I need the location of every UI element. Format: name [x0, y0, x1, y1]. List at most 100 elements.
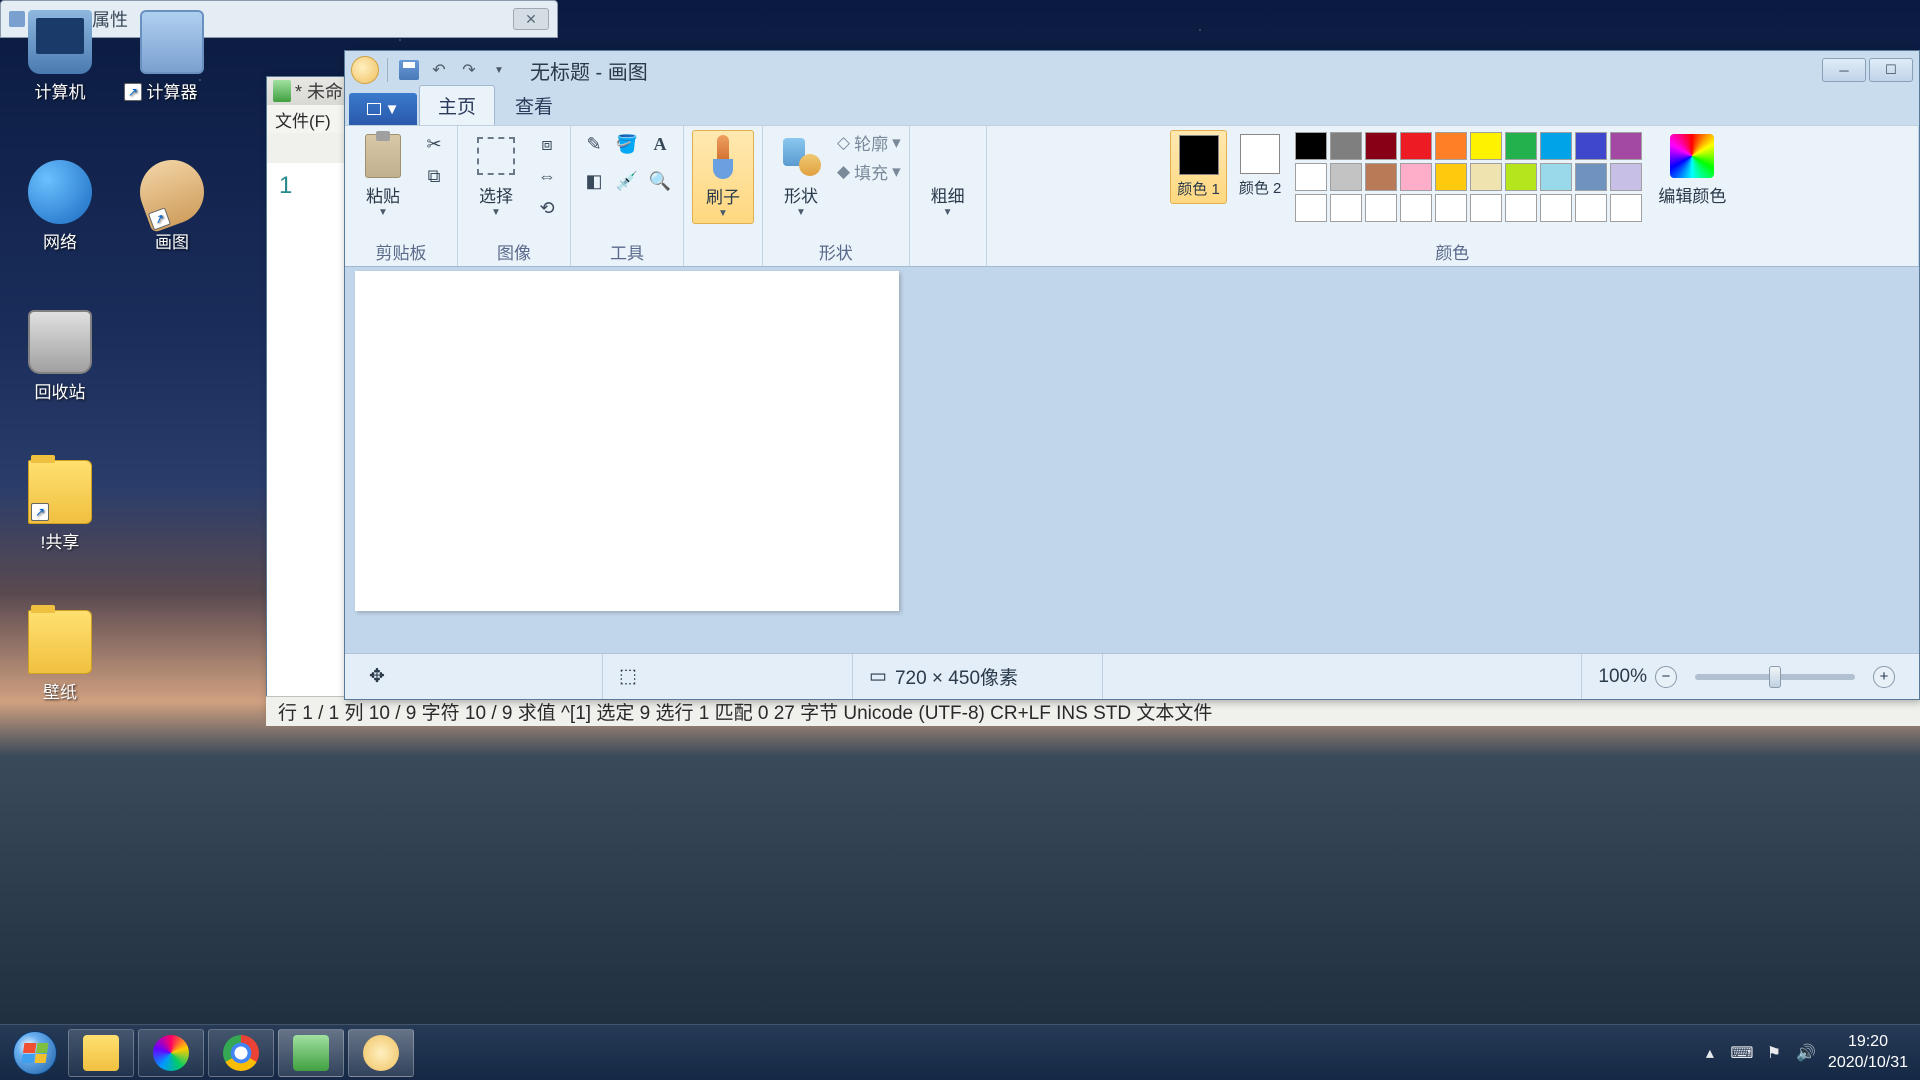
magnifier-tool[interactable]: 🔍	[645, 167, 675, 195]
close-button[interactable]: ✕	[513, 8, 549, 30]
zoom-out-button[interactable]: −	[1655, 666, 1677, 688]
picker-tool[interactable]: 💉	[612, 167, 642, 195]
palette-color[interactable]	[1575, 163, 1607, 191]
desktop-icon-computer[interactable]: 计算机	[10, 10, 110, 103]
palette-color[interactable]	[1575, 132, 1607, 160]
volume-icon[interactable]: 🔊	[1796, 1043, 1816, 1063]
tray-overflow[interactable]: ▴	[1700, 1043, 1720, 1063]
input-indicator[interactable]: ⌨	[1732, 1043, 1752, 1063]
palette-color[interactable]	[1610, 194, 1642, 222]
desktop-icon-recycle[interactable]: 回收站	[10, 310, 110, 403]
save-button[interactable]	[396, 57, 422, 83]
desktop-icon-paint[interactable]: ↗ 画图	[122, 160, 222, 253]
zoom-thumb[interactable]	[1769, 666, 1781, 688]
paint-window-title: 无标题 - 画图	[518, 56, 1816, 85]
palette-color[interactable]	[1295, 163, 1327, 191]
palette-color[interactable]	[1470, 194, 1502, 222]
shapes-icon	[781, 136, 821, 176]
taskbar[interactable]: ▴ ⌨ ⚑ 🔊 19:20 2020/10/31	[0, 1024, 1920, 1080]
palette-color[interactable]	[1400, 132, 1432, 160]
file-menu-button[interactable]: ▼	[349, 93, 417, 125]
shape-fill-button[interactable]: ◆填充 ▾	[837, 159, 901, 184]
palette-color[interactable]	[1540, 132, 1572, 160]
palette-color[interactable]	[1575, 194, 1607, 222]
palette-color[interactable]	[1365, 194, 1397, 222]
pencil-tool[interactable]: ✎	[579, 130, 609, 158]
undo-button[interactable]: ↶	[426, 57, 452, 83]
select-button[interactable]: 选择 ▼	[466, 130, 526, 222]
canvas-area[interactable]	[345, 267, 1919, 653]
palette-color[interactable]	[1505, 194, 1537, 222]
paint-titlebar[interactable]: ↶ ↷ ▼ 无标题 - 画图 ─ ☐	[345, 51, 1919, 89]
brushes-button[interactable]: 刷子 ▼	[692, 130, 754, 224]
icon-label: 画图	[122, 228, 222, 253]
fill-tool[interactable]: 🪣	[612, 130, 642, 158]
palette-color[interactable]	[1540, 194, 1572, 222]
palette-color[interactable]	[1610, 132, 1642, 160]
taskbar-paint[interactable]	[348, 1029, 414, 1077]
tab-view[interactable]: 查看	[497, 86, 571, 125]
text-tool[interactable]: A	[645, 130, 675, 158]
taskbar-editor[interactable]	[278, 1029, 344, 1077]
copy-button[interactable]: ⧉	[419, 162, 449, 190]
palette-color[interactable]	[1505, 132, 1537, 160]
tab-home[interactable]: 主页	[419, 85, 495, 125]
paint-window[interactable]: ↶ ↷ ▼ 无标题 - 画图 ─ ☐ ▼ 主页 查看 粘贴 ▼ ✂ ⧉	[344, 50, 1920, 700]
palette-color[interactable]	[1330, 132, 1362, 160]
desktop-icon-calculator[interactable]: ↗ 计算器	[122, 10, 222, 103]
color2-button[interactable]: 颜色 2	[1233, 130, 1288, 202]
paint-app-icon	[351, 56, 379, 84]
edit-colors-button[interactable]: 编辑颜色	[1650, 130, 1734, 211]
rotate-icon: ⟲	[539, 198, 554, 219]
canvas[interactable]	[355, 271, 899, 611]
bucket-icon: 🪣	[616, 134, 638, 155]
palette-color[interactable]	[1435, 194, 1467, 222]
qat-customize[interactable]: ▼	[486, 57, 512, 83]
minimize-button[interactable]: ─	[1822, 58, 1866, 82]
start-button[interactable]	[4, 1029, 66, 1077]
paste-button[interactable]: 粘贴 ▼	[353, 130, 413, 222]
palette-color[interactable]	[1365, 132, 1397, 160]
zoom-in-button[interactable]: +	[1873, 666, 1895, 688]
palette-color[interactable]	[1435, 163, 1467, 191]
palette-color[interactable]	[1365, 163, 1397, 191]
palette-color[interactable]	[1400, 163, 1432, 191]
taskbar-chrome[interactable]	[208, 1029, 274, 1077]
color1-button[interactable]: 颜色 1	[1170, 130, 1227, 204]
zoom-slider[interactable]	[1695, 674, 1855, 680]
taskbar-clock[interactable]: 19:20 2020/10/31	[1828, 1032, 1908, 1074]
maximize-button[interactable]: ☐	[1869, 58, 1913, 82]
taskbar-browser1[interactable]	[138, 1029, 204, 1077]
shape-outline-button[interactable]: ◇轮廓 ▾	[837, 130, 901, 155]
palette-color[interactable]	[1400, 194, 1432, 222]
rotate-button[interactable]: ⟲	[532, 194, 562, 222]
palette-color[interactable]	[1295, 194, 1327, 222]
clock-date: 2020/10/31	[1828, 1053, 1908, 1074]
group-label: 剪贴板	[376, 237, 427, 264]
desktop-icon-wallpaper[interactable]: 壁纸	[10, 610, 110, 703]
thickness-button[interactable]: 粗细 ▼	[918, 130, 978, 222]
palette-color[interactable]	[1470, 163, 1502, 191]
palette-color[interactable]	[1470, 132, 1502, 160]
desktop-icon-share[interactable]: ↗ !共享	[10, 460, 110, 553]
separator	[387, 58, 388, 82]
cut-button[interactable]: ✂	[419, 130, 449, 158]
desktop-icon-network[interactable]: 网络	[10, 160, 110, 253]
eraser-tool[interactable]: ◧	[579, 167, 609, 195]
zoom-level: 100%	[1598, 666, 1647, 688]
action-center[interactable]: ⚑	[1764, 1043, 1784, 1063]
palette-color[interactable]	[1295, 132, 1327, 160]
taskbar-explorer[interactable]	[68, 1029, 134, 1077]
menu-file[interactable]: 文件(F)	[275, 107, 331, 132]
palette-color[interactable]	[1540, 163, 1572, 191]
palette-color[interactable]	[1505, 163, 1537, 191]
folder-icon	[83, 1035, 119, 1071]
shapes-button[interactable]: 形状 ▼	[771, 130, 831, 222]
palette-color[interactable]	[1435, 132, 1467, 160]
palette-color[interactable]	[1610, 163, 1642, 191]
redo-button[interactable]: ↷	[456, 57, 482, 83]
crop-button[interactable]: ⧈	[532, 130, 562, 158]
palette-color[interactable]	[1330, 194, 1362, 222]
resize-button[interactable]: ⇔	[532, 162, 562, 190]
palette-color[interactable]	[1330, 163, 1362, 191]
